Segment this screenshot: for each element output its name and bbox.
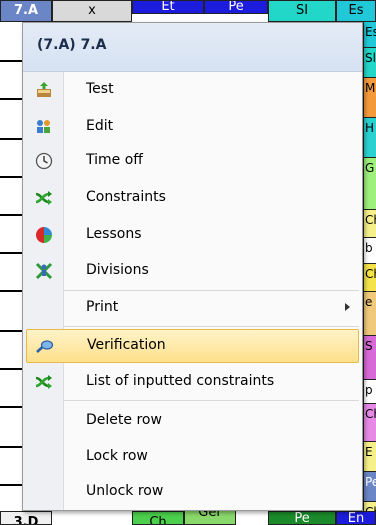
- timetable-cell[interactable]: Sl: [363, 48, 376, 78]
- timetable-cell[interactable]: Es: [336, 0, 376, 22]
- row-separator: [0, 484, 22, 486]
- timetable-cell[interactable]: Pe: [204, 0, 268, 14]
- menu-item-lock-row[interactable]: Lock row: [23, 440, 362, 474]
- menu-separator: [64, 400, 359, 401]
- lessons-pie-icon: [36, 227, 52, 243]
- submenu-arrow-icon: [345, 303, 350, 311]
- timetable-cell[interactable]: H: [363, 118, 376, 158]
- row-separator: [0, 60, 22, 62]
- menu-item-label: Unlock row: [86, 483, 164, 499]
- constraints-icon: [35, 191, 52, 205]
- constraints-icon: [35, 375, 52, 389]
- row-separator: [0, 330, 22, 332]
- timetable-cell[interactable]: En: [336, 511, 376, 525]
- menu-item-print[interactable]: Print: [23, 291, 362, 325]
- menu-item-label: Print: [86, 299, 119, 315]
- menu-item-label: Delete row: [86, 412, 162, 428]
- timetable-cell[interactable]: Ch: [363, 210, 376, 238]
- menu-item-verification[interactable]: Verification: [26, 329, 359, 363]
- context-menu: (7.A) 7.A Test Edit Time off Constraints…: [22, 22, 363, 511]
- menu-item-label: Verification: [87, 337, 166, 353]
- timetable-cell[interactable]: Et: [132, 0, 204, 14]
- timetable-cell[interactable]: S: [363, 336, 376, 380]
- timetable-cell[interactable]: p: [363, 380, 376, 404]
- row-separator: [0, 368, 22, 370]
- menu-item-test[interactable]: Test: [23, 73, 362, 107]
- divisions-icon: [35, 262, 53, 280]
- menu-item-label: Edit: [86, 118, 114, 134]
- menu-header: (7.A) 7.A: [23, 23, 362, 72]
- class-cell-7a[interactable]: 7.A: [0, 0, 52, 22]
- timetable-cell[interactable]: M: [363, 78, 376, 118]
- menu-item-unlock-row[interactable]: Unlock row: [23, 475, 362, 509]
- menu-item-delete-row[interactable]: Delete row: [23, 404, 362, 438]
- row-separator: [0, 176, 22, 178]
- timetable-cell[interactable]: Pe: [363, 472, 376, 502]
- class-cell-3d[interactable]: 3.D: [0, 511, 52, 525]
- timetable-cell[interactable]: E: [363, 442, 376, 472]
- timetable-cell[interactable]: Ch: [363, 264, 376, 292]
- timetable-cell[interactable]: SI: [268, 0, 336, 22]
- timetable-cell[interactable]: x: [52, 0, 132, 22]
- people-edit-icon: [37, 120, 50, 133]
- row-separator: [0, 290, 22, 292]
- menu-item-time-off[interactable]: Time off: [23, 144, 362, 178]
- left-column: [0, 22, 23, 511]
- magnifier-icon: [36, 340, 54, 353]
- menu-item-label: Test: [86, 81, 114, 97]
- menu-item-constraints[interactable]: Constraints: [23, 181, 362, 215]
- timetable-cell[interactable]: Ch: [363, 404, 376, 442]
- menu-item-list-of-inputted-constraints[interactable]: List of inputted constraints: [23, 365, 362, 399]
- timetable-cell[interactable]: b: [363, 238, 376, 264]
- menu-item-label: List of inputted constraints: [86, 373, 275, 389]
- row-separator: [0, 446, 22, 448]
- timetable-cell[interactable]: Ch: [132, 511, 184, 525]
- menu-item-label: Time off: [86, 152, 143, 168]
- menu-item-lessons[interactable]: Lessons: [23, 218, 362, 252]
- row-separator: [0, 138, 22, 140]
- clock-icon: [35, 152, 53, 170]
- menu-item-edit[interactable]: Edit: [23, 110, 362, 144]
- menu-item-label: Lock row: [86, 448, 148, 464]
- timetable-cell[interactable]: e: [363, 292, 376, 336]
- menu-item-label: Lessons: [86, 226, 142, 242]
- row-separator: [0, 406, 22, 408]
- row-separator: [0, 252, 22, 254]
- menu-item-label: Divisions: [86, 262, 149, 278]
- row-separator: [0, 98, 22, 100]
- menu-separator: [64, 326, 359, 327]
- menu-item-label: Constraints: [86, 189, 166, 205]
- timetable-cell[interactable]: Es: [363, 22, 376, 48]
- book-upload-icon: [37, 82, 51, 97]
- timetable-cell[interactable]: G: [363, 158, 376, 210]
- timetable-cell[interactable]: Pe: [268, 511, 336, 525]
- menu-title: (7.A) 7.A: [37, 37, 107, 53]
- row-separator: [0, 214, 22, 216]
- menu-item-divisions[interactable]: Divisions: [23, 254, 362, 288]
